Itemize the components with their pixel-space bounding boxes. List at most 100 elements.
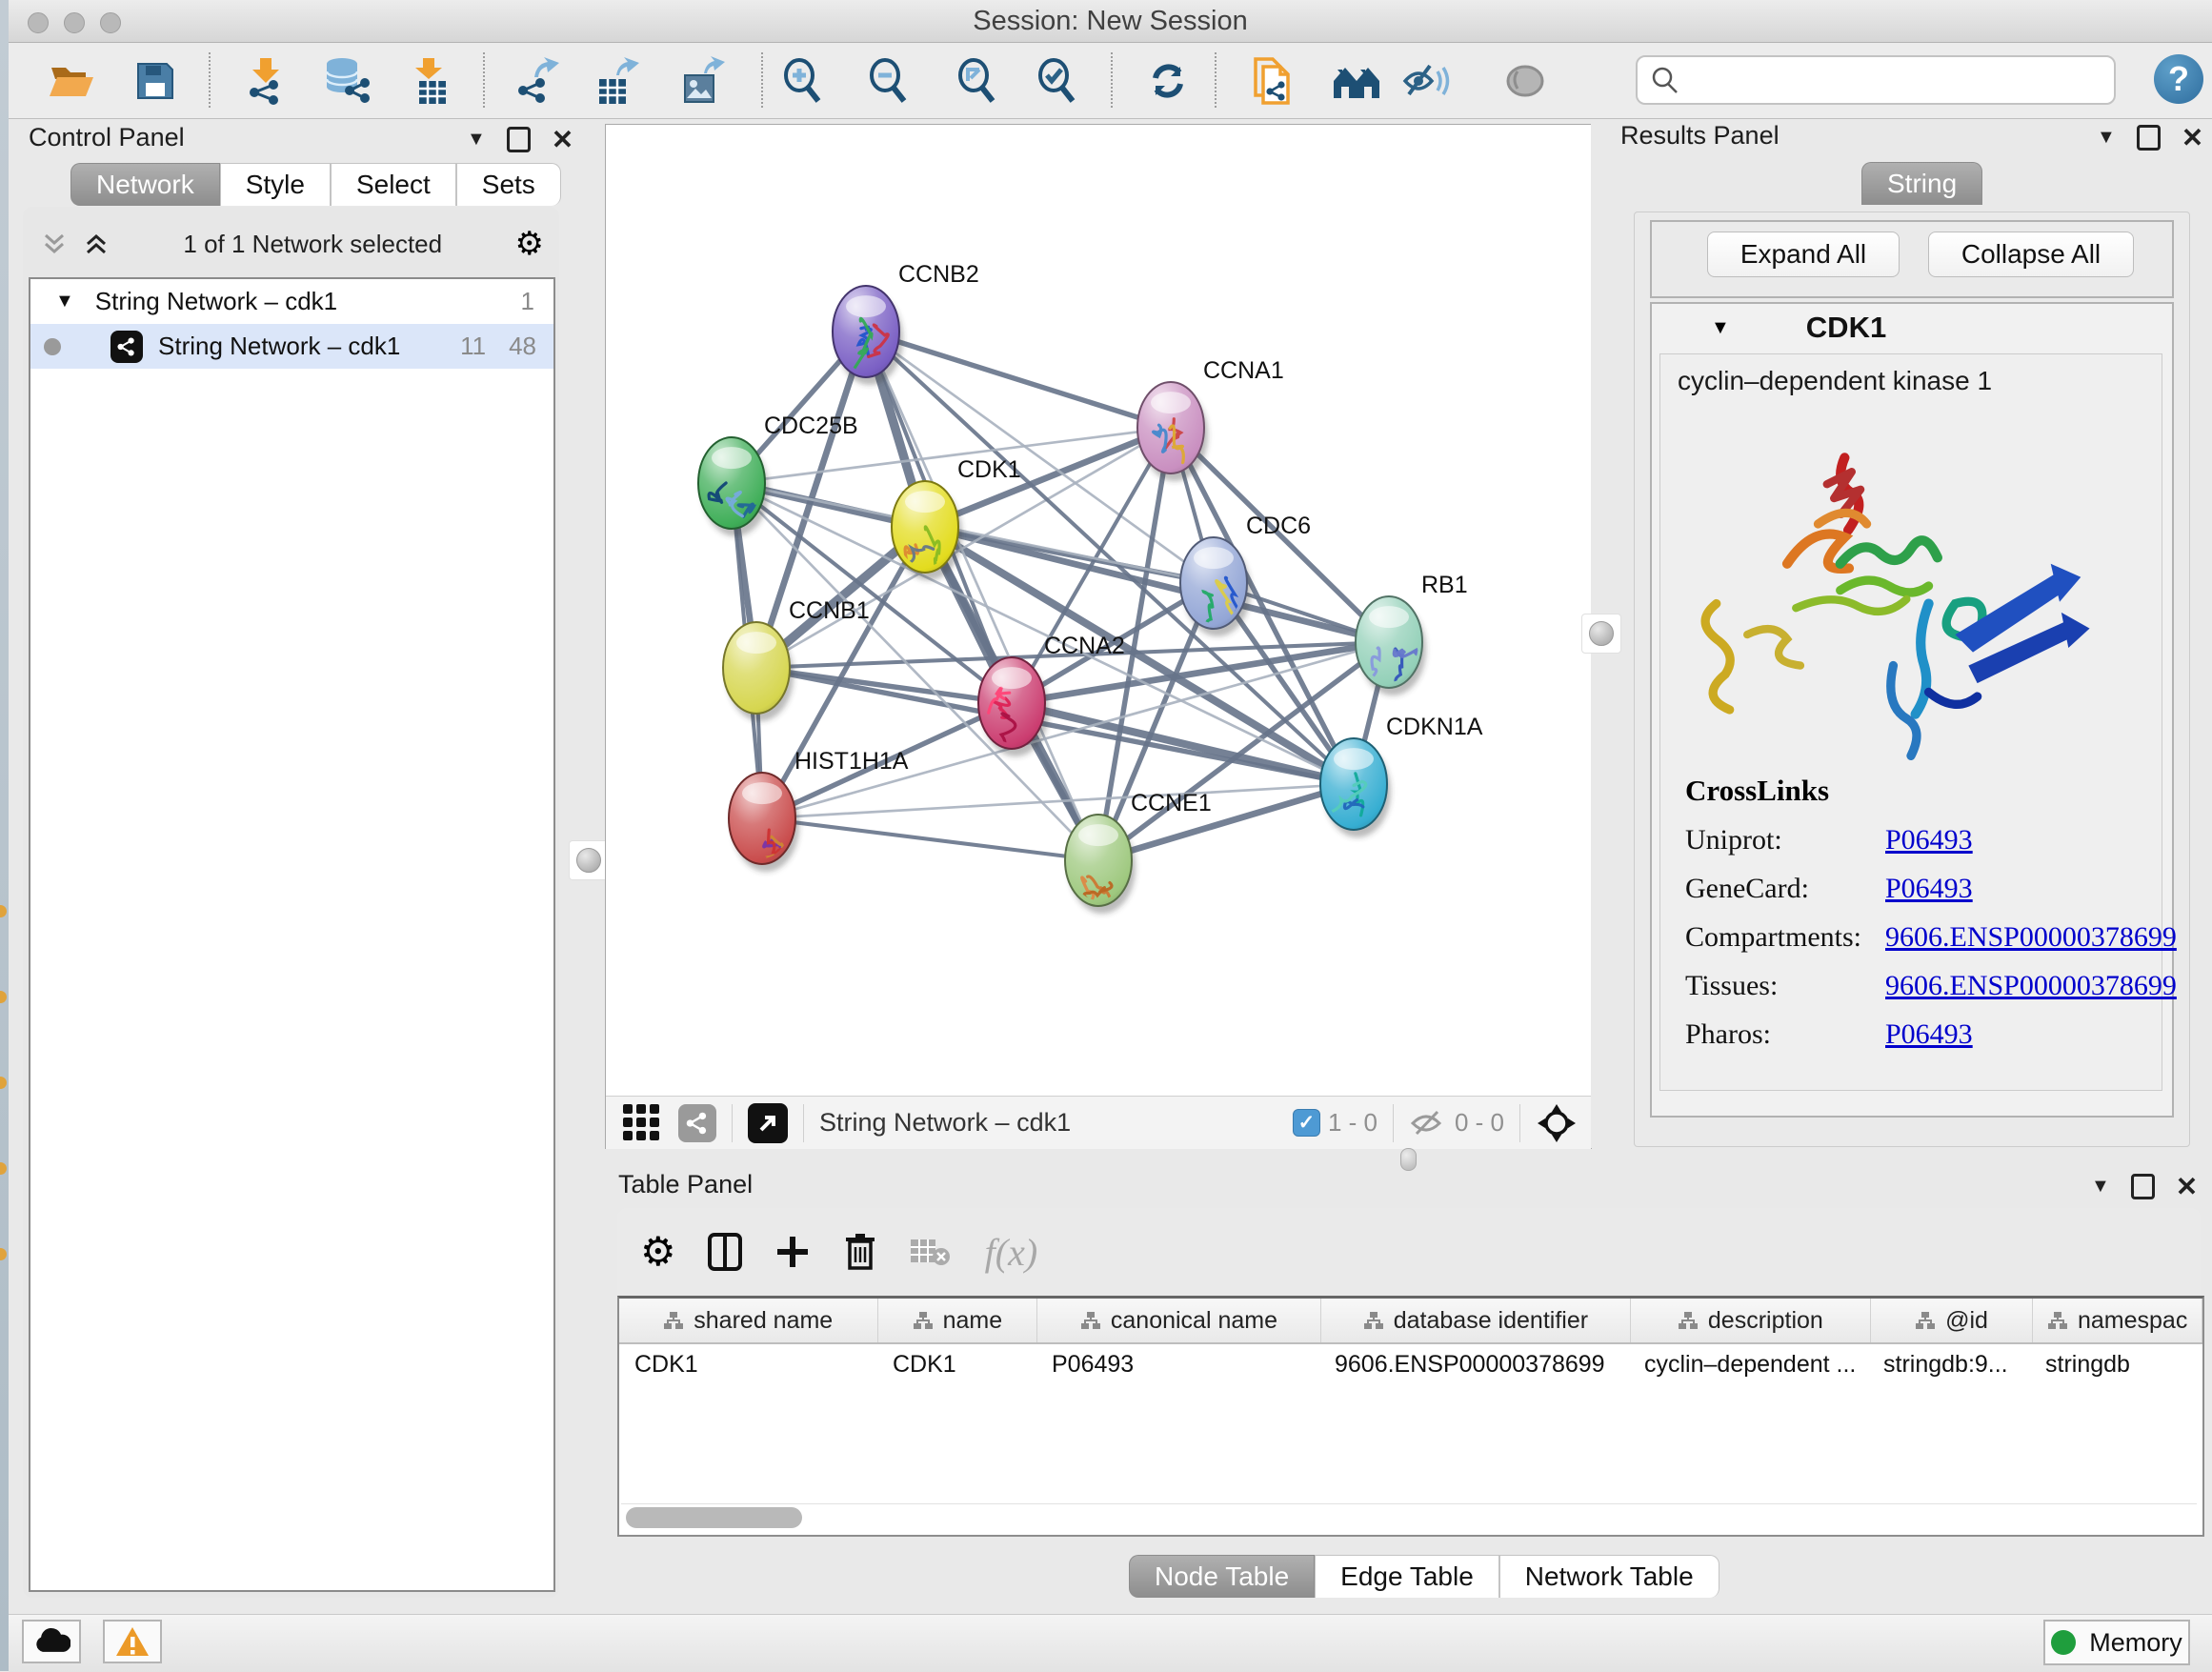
table-cell[interactable]: P06493 bbox=[1036, 1344, 1319, 1384]
column-header-shared-name[interactable]: shared name bbox=[619, 1299, 878, 1342]
node-RB1[interactable]: RB1 bbox=[1356, 572, 1468, 695]
home-button[interactable] bbox=[1332, 56, 1381, 106]
node-section-header[interactable]: ▼ CDK1 bbox=[1652, 304, 2172, 352]
left-splitter[interactable] bbox=[574, 120, 603, 1614]
refresh-button[interactable] bbox=[1143, 56, 1193, 106]
crosslink-link[interactable]: P06493 bbox=[1885, 1018, 1973, 1051]
show-columns-icon[interactable] bbox=[707, 1232, 743, 1272]
table-row[interactable]: CDK1CDK1P064939606.ENSP00000378699cyclin… bbox=[619, 1344, 2202, 1384]
table-cell[interactable]: CDK1 bbox=[619, 1344, 877, 1384]
selected-checkbox[interactable]: ✓ bbox=[1293, 1109, 1320, 1137]
column-header-database-identifier[interactable]: database identifier bbox=[1321, 1299, 1631, 1342]
disclosure-triangle-icon[interactable]: ▼ bbox=[55, 291, 74, 312]
panel-float-icon[interactable] bbox=[2137, 125, 2161, 151]
column-header-namespac[interactable]: namespac bbox=[2033, 1299, 2202, 1342]
network-canvas[interactable]: CCNB2CCNA1CDC25BCDK1CDC6RB1CCNB1CCNA2CDK… bbox=[606, 125, 1589, 1096]
horizontal-scrollbar[interactable] bbox=[621, 1503, 2197, 1531]
network-row[interactable]: String Network – cdk1 11 48 bbox=[30, 324, 553, 369]
table-splitter[interactable] bbox=[605, 1149, 2212, 1170]
minimize-window-button[interactable] bbox=[64, 12, 85, 33]
column-header-name[interactable]: name bbox=[878, 1299, 1038, 1342]
tab-network-table[interactable]: Network Table bbox=[1499, 1555, 1719, 1598]
panel-close-icon[interactable]: ✕ bbox=[2176, 1178, 2198, 1197]
table-cell[interactable]: CDK1 bbox=[877, 1344, 1036, 1384]
grid-view-icon[interactable] bbox=[621, 1102, 663, 1144]
warning-button[interactable] bbox=[103, 1620, 162, 1663]
table-settings-gear-icon[interactable]: ⚙ bbox=[640, 1232, 676, 1272]
tab-string[interactable]: String bbox=[1861, 162, 1982, 205]
node-CCNE1[interactable]: CCNE1 bbox=[1065, 790, 1212, 924]
delete-column-icon[interactable] bbox=[844, 1232, 876, 1272]
hide-selected-button[interactable] bbox=[1401, 56, 1451, 106]
table-cell[interactable]: cyclin–dependent ... bbox=[1629, 1344, 1868, 1384]
table-cell[interactable]: stringdb:9... bbox=[1868, 1344, 2030, 1384]
scrollbar-thumb[interactable] bbox=[626, 1507, 802, 1528]
panel-menu-icon[interactable]: ▼ bbox=[467, 129, 486, 151]
column-header-description[interactable]: description bbox=[1631, 1299, 1871, 1342]
panel-float-icon[interactable] bbox=[2131, 1174, 2155, 1199]
close-window-button[interactable] bbox=[28, 12, 49, 33]
memory-button[interactable]: Memory bbox=[2043, 1620, 2190, 1665]
panel-menu-icon[interactable]: ▼ bbox=[2097, 127, 2116, 149]
show-all-button[interactable] bbox=[1500, 56, 1550, 106]
edge-CCNB2-CCNA1[interactable] bbox=[866, 332, 1171, 428]
import-network-database-button[interactable] bbox=[321, 56, 371, 106]
node-CCNA1[interactable]: CCNA1 bbox=[1137, 357, 1284, 481]
search-input[interactable] bbox=[1689, 65, 2114, 96]
open-session-button[interactable] bbox=[47, 56, 96, 106]
import-table-button[interactable] bbox=[404, 56, 453, 106]
collapse-all-icon[interactable] bbox=[40, 230, 69, 258]
column-header-canonical-name[interactable]: canonical name bbox=[1037, 1299, 1320, 1342]
column-header-@id[interactable]: @id bbox=[1871, 1299, 2034, 1342]
panel-float-icon[interactable] bbox=[507, 127, 531, 152]
panel-menu-icon[interactable]: ▼ bbox=[2091, 1176, 2110, 1198]
edge-CDC6-CDC25B[interactable] bbox=[732, 483, 1214, 583]
zoom-out-button[interactable] bbox=[864, 56, 914, 106]
splitter-knob[interactable] bbox=[1400, 1148, 1417, 1171]
splitter-knob[interactable] bbox=[576, 848, 601, 873]
edge-CCNE1-HIST1H1A[interactable] bbox=[762, 818, 1098, 860]
import-network-file-button[interactable] bbox=[241, 56, 291, 106]
disclosure-triangle-icon[interactable]: ▼ bbox=[1711, 317, 1730, 339]
right-splitter[interactable] bbox=[1591, 120, 1610, 1148]
duplicate-network-button[interactable] bbox=[1248, 56, 1297, 106]
zoom-in-button[interactable] bbox=[778, 56, 828, 106]
birdseye-crosshair-icon[interactable] bbox=[1536, 1102, 1578, 1144]
crosslink-link[interactable]: 9606.ENSP00000378699 bbox=[1885, 921, 2177, 954]
tab-select[interactable]: Select bbox=[331, 163, 456, 206]
add-column-icon[interactable] bbox=[775, 1235, 810, 1269]
open-in-window-badge[interactable] bbox=[748, 1103, 788, 1143]
export-table-button[interactable] bbox=[592, 56, 641, 106]
expand-all-button[interactable]: Expand All bbox=[1707, 232, 1900, 277]
export-network-button[interactable] bbox=[512, 56, 561, 106]
panel-close-icon[interactable]: ✕ bbox=[2182, 129, 2203, 148]
node-table[interactable]: shared namenamecanonical namedatabase id… bbox=[617, 1296, 2204, 1537]
network-collection-row[interactable]: ▼ String Network – cdk1 1 bbox=[30, 279, 553, 324]
zoom-window-button[interactable] bbox=[100, 12, 121, 33]
tab-edge-table[interactable]: Edge Table bbox=[1315, 1555, 1499, 1598]
zoom-selected-button[interactable] bbox=[1033, 56, 1082, 106]
panel-close-icon[interactable]: ✕ bbox=[552, 131, 573, 150]
expand-all-icon[interactable] bbox=[82, 230, 111, 258]
tab-sets[interactable]: Sets bbox=[456, 163, 561, 206]
tab-network[interactable]: Network bbox=[70, 163, 220, 206]
save-session-button[interactable] bbox=[131, 56, 180, 106]
network-share-badge[interactable] bbox=[678, 1104, 716, 1142]
edge-CCNB2-CCNE1[interactable] bbox=[866, 332, 1098, 860]
edge-CCNA2-CDKN1A[interactable] bbox=[1012, 703, 1354, 784]
crosslink-link[interactable]: 9606.ENSP00000378699 bbox=[1885, 970, 2177, 1002]
help-button[interactable]: ? bbox=[2154, 54, 2203, 104]
table-cell[interactable]: 9606.ENSP00000378699 bbox=[1319, 1344, 1629, 1384]
separator bbox=[803, 1104, 804, 1142]
tab-style[interactable]: Style bbox=[220, 163, 331, 206]
tab-node-table[interactable]: Node Table bbox=[1129, 1555, 1315, 1598]
export-image-button[interactable] bbox=[677, 56, 727, 106]
network-options-gear-icon[interactable]: ⚙ bbox=[515, 225, 544, 263]
table-cell[interactable]: stringdb bbox=[2030, 1344, 2199, 1384]
node-CDKN1A[interactable]: CDKN1A bbox=[1320, 714, 1483, 837]
cloud-button[interactable] bbox=[22, 1620, 81, 1663]
crosslink-link[interactable]: P06493 bbox=[1885, 873, 1973, 905]
crosslink-link[interactable]: P06493 bbox=[1885, 824, 1973, 856]
zoom-fit-button[interactable] bbox=[953, 56, 1002, 106]
collapse-all-button[interactable]: Collapse All bbox=[1928, 232, 2134, 277]
